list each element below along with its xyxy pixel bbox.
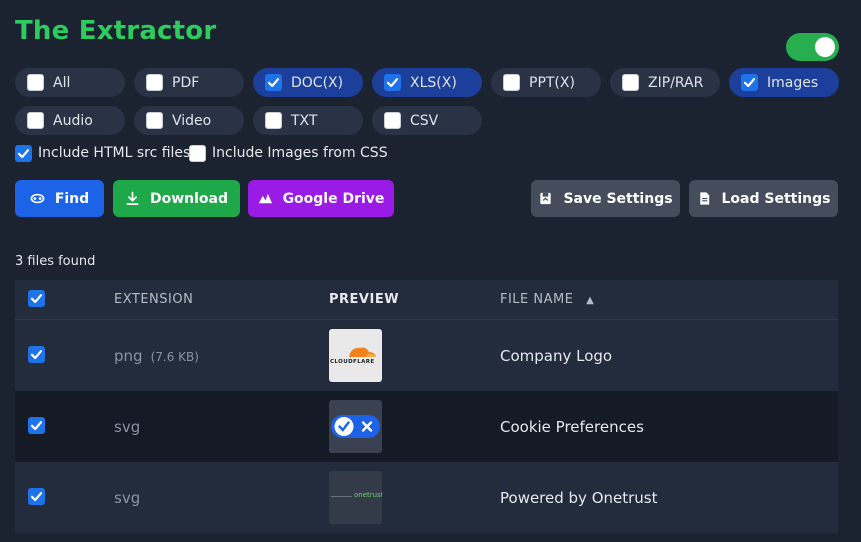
download-button[interactable]: Download	[113, 180, 240, 217]
css-images-checkbox[interactable]	[189, 144, 206, 162]
file-preview[interactable]: onetrust	[329, 471, 500, 524]
filter-chip-pdf[interactable]: PDF	[134, 68, 244, 97]
filter-checkbox[interactable]	[741, 74, 758, 91]
table-row: png (7.6 KB) CLOUDFLARE Company Logo	[15, 320, 838, 391]
load-settings-button[interactable]: Load Settings	[689, 180, 838, 217]
download-label: Download	[149, 190, 229, 207]
find-icon	[30, 193, 45, 204]
extension-value: svg	[114, 488, 141, 507]
header-extension[interactable]: EXTENSION	[114, 292, 329, 307]
cookie-toggle-icon	[329, 400, 382, 453]
filter-label: DOC(X)	[291, 74, 344, 91]
cloudflare-logo-text: CLOUDFLARE	[330, 359, 375, 365]
row-checkbox[interactable]	[28, 417, 45, 434]
sort-asc-icon: ▲	[586, 295, 595, 306]
select-all-checkbox[interactable]	[28, 290, 45, 307]
option-html-src[interactable]: Include HTML src files	[15, 144, 190, 162]
filter-checkbox[interactable]	[146, 74, 163, 91]
filter-chip-txt[interactable]: TXT	[253, 106, 363, 135]
save-icon	[540, 192, 552, 205]
filter-chip-images[interactable]: Images	[729, 68, 839, 97]
google-drive-icon	[258, 193, 272, 204]
filter-chip-audio[interactable]: Audio	[15, 106, 125, 135]
filter-chip-csv[interactable]: CSV	[372, 106, 482, 135]
extension-value: png	[114, 346, 143, 365]
filter-chip-video[interactable]: Video	[134, 106, 244, 135]
filter-chip-all[interactable]: All	[15, 68, 125, 97]
onetrust-logo-mark	[331, 496, 352, 497]
filter-label: XLS(X)	[410, 74, 457, 91]
filter-label: PPT(X)	[529, 74, 575, 91]
extension-toggle[interactable]	[786, 33, 839, 61]
row-checkbox[interactable]	[28, 346, 45, 363]
file-name[interactable]: Cookie Preferences	[500, 418, 838, 436]
google-drive-button[interactable]: Google Drive	[248, 180, 394, 217]
filter-chip-ziprar[interactable]: ZIP/RAR	[610, 68, 720, 97]
filter-label: Video	[172, 112, 212, 129]
filter-label: PDF	[172, 74, 200, 91]
save-settings-button[interactable]: Save Settings	[531, 180, 680, 217]
load-settings-label: Load Settings	[721, 190, 831, 207]
table-row: svg Cookie Preferences	[15, 391, 838, 462]
file-preview[interactable]	[329, 400, 500, 453]
results-table: EXTENSION PREVIEW FILE NAME ▲ png (7.6 KB…	[15, 280, 838, 533]
filter-label: Audio	[53, 112, 93, 129]
header-preview: PREVIEW	[329, 292, 400, 307]
app-title: The Extractor	[15, 16, 217, 46]
onetrust-logo-icon: onetrust	[329, 471, 382, 524]
filter-checkbox[interactable]	[384, 74, 401, 91]
filter-checkbox[interactable]	[384, 112, 401, 129]
download-icon	[126, 191, 139, 205]
filter-label: ZIP/RAR	[648, 74, 704, 91]
filter-checkbox[interactable]	[503, 74, 520, 91]
table-header: EXTENSION PREVIEW FILE NAME ▲	[15, 280, 838, 320]
filter-checkbox[interactable]	[265, 112, 282, 129]
filter-label: Images	[767, 74, 819, 91]
cloudflare-logo-icon: CLOUDFLARE	[329, 329, 382, 382]
find-label: Find	[54, 190, 90, 207]
file-icon	[699, 192, 709, 205]
extension-value: svg	[114, 417, 141, 436]
google-drive-label: Google Drive	[282, 190, 385, 207]
header-file-name[interactable]: FILE NAME ▲	[500, 292, 838, 307]
filter-label: All	[53, 74, 71, 91]
row-checkbox[interactable]	[28, 488, 45, 505]
option-css-images[interactable]: Include Images from CSS	[189, 144, 388, 162]
file-extension: svg	[114, 489, 329, 507]
file-name[interactable]: Powered by Onetrust	[500, 489, 838, 507]
filter-checkbox[interactable]	[622, 74, 639, 91]
filter-checkbox[interactable]	[265, 74, 282, 91]
filter-checkbox[interactable]	[27, 112, 44, 129]
html-src-checkbox[interactable]	[15, 144, 32, 162]
file-extension: svg	[114, 418, 329, 436]
filter-chip-docx[interactable]: DOC(X)	[253, 68, 363, 97]
option-css-images-label: Include Images from CSS	[212, 145, 388, 161]
option-html-src-label: Include HTML src files	[38, 145, 191, 161]
filter-label: CSV	[410, 112, 439, 129]
toggle-knob	[815, 37, 835, 57]
save-settings-label: Save Settings	[563, 190, 673, 207]
find-button[interactable]: Find	[15, 180, 104, 217]
filter-checkbox[interactable]	[146, 112, 163, 129]
file-extension: png (7.6 KB)	[114, 347, 329, 365]
filter-chip-xlsx[interactable]: XLS(X)	[372, 68, 482, 97]
file-name[interactable]: Company Logo	[500, 347, 838, 365]
header-file-name-label: FILE NAME	[500, 292, 574, 307]
table-row: svg onetrust Powered by Onetrust	[15, 462, 838, 533]
file-size: (7.6 KB)	[150, 349, 199, 364]
files-found-count: 3 files found	[15, 254, 96, 269]
filter-chip-pptx[interactable]: PPT(X)	[491, 68, 601, 97]
onetrust-logo-text: onetrust	[354, 491, 382, 499]
filter-label: TXT	[291, 112, 318, 129]
file-preview[interactable]: CLOUDFLARE	[329, 329, 500, 382]
filter-checkbox[interactable]	[27, 74, 44, 91]
